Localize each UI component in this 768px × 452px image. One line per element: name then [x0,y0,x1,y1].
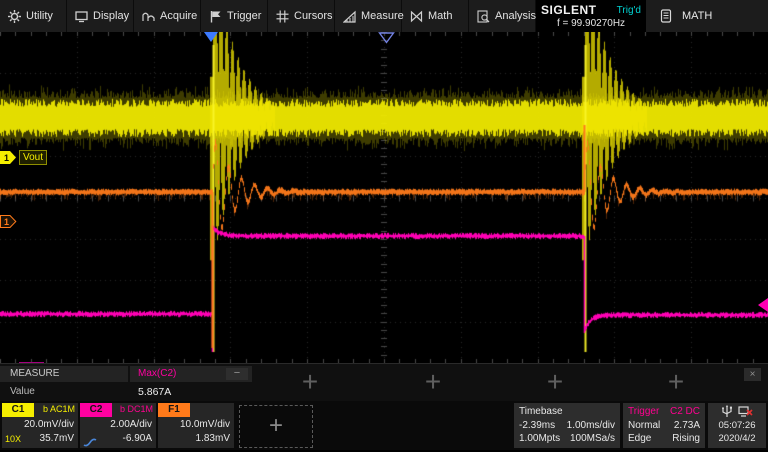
channel1-position-marker[interactable]: 1 Vout [0,150,47,165]
math1-tab: F1 [158,403,190,417]
plus-icon: + [425,366,441,397]
minus-icon: − [234,367,240,379]
menu-utility-label: Utility [26,10,53,22]
channel1-tab: C1 [2,403,34,417]
trigger-slope: Rising [672,432,700,446]
lan-disconnected-icon [738,405,753,418]
acquire-icon [142,10,155,23]
menu-math[interactable]: Math [402,0,469,32]
close-icon: × [750,369,756,380]
trigger-box[interactable]: Trigger C2 DC Normal 2.73A Edge Rising [623,403,705,448]
timebase-delay: -2.39ms [519,419,555,433]
trigger-title: Trigger [628,405,659,419]
clock-time: 05:07:26 [719,419,756,433]
channel2-descriptor-box[interactable]: C2 b DC1M 2.00A/div -6.90A [80,403,156,448]
math1-offset: 1.83mV [196,433,230,444]
active-menu-icon[interactable] [660,9,672,23]
oscilloscope-screen: { "topbar": { "menus": [ {"label": "Util… [0,0,768,450]
channel1-descriptor-box[interactable]: C1 b AC1M 20.0mV/div 10X 35.7mV [2,403,78,448]
close-measure-panel-button[interactable]: × [744,368,761,381]
measure-value-label: Value [10,386,35,397]
menu-analysis-label: Analysis [495,10,536,22]
channel1-arrow-icon: 1 [0,151,17,164]
menu-math-label: Math [428,10,452,22]
trigger-status-badge: Trig'd [617,5,641,16]
add-channel-button[interactable]: + [239,405,313,448]
measure-panel-title: MEASURE [0,366,128,382]
plus-icon: + [269,412,283,439]
math-icon [410,10,423,23]
timebase-sample-rate: 100MSa/s [570,432,615,446]
plus-icon: + [302,366,318,397]
trigger-level: 2.73A [674,419,700,433]
usb-icon [722,405,732,418]
flag-icon [209,10,222,23]
clock-date: 2020/4/2 [719,432,756,446]
channel2-coupling: b DC1M [120,404,153,414]
trigger-position-marker[interactable] [204,32,218,42]
math1-arrow-icon: 1 [0,215,17,228]
menu-cursors[interactable]: Cursors [268,0,335,32]
add-measurement-button[interactable]: + [296,369,324,397]
channel1-alias-label: Vout [19,150,47,165]
trigger-type: Edge [628,432,651,446]
channel1-probe-attenuation: 10X [5,434,21,444]
math1-descriptor-box[interactable]: F1 10.0mV/div 1.83mV [158,403,234,448]
menu-analysis[interactable]: Analysis [469,0,536,32]
trigger-mode: Normal [628,419,660,433]
channel2-tab: C2 [80,403,112,417]
menu-display[interactable]: Display [67,0,134,32]
measure-icon [343,10,356,23]
bottom-status-bar: C1 b AC1M 20.0mV/div 10X 35.7mV C2 b DC1… [0,401,768,450]
trigger-level-marker[interactable] [758,298,768,312]
svg-text:1: 1 [4,153,9,163]
menu-measure[interactable]: Measure [335,0,402,32]
trigger-source: C2 DC [670,405,700,419]
measure-slot-value: 5.867A [138,386,171,398]
math1-position-marker[interactable]: 1 [0,215,17,228]
menu-acquire[interactable]: Acquire [134,0,201,32]
timebase-scale: 1.00ms/div [567,419,615,433]
channel1-coupling: b AC1M [43,404,75,414]
channel2-offset: -6.90A [123,433,152,444]
measure-panel: MEASURE Max(C2) − Value 5.867A + + + + × [0,363,768,402]
svg-text:1: 1 [4,217,9,227]
waveform-canvas[interactable] [0,32,768,363]
skew-icon [83,434,97,452]
top-menu-bar: Utility Display Acquire Trigger Cursors … [0,0,768,32]
plus-icon: + [547,366,563,397]
channel1-offset: 35.7mV [40,433,74,444]
timebase-title: Timebase [519,405,563,419]
system-status-box[interactable]: 05:07:26 2020/4/2 [708,403,766,448]
plus-icon: + [668,366,684,397]
menu-cursors-label: Cursors [294,10,333,22]
menu-display-label: Display [93,10,129,22]
gear-icon [8,10,21,23]
cursors-icon [276,10,289,23]
math1-scale: 10.0mV/div [180,419,230,430]
timebase-memory: 1.00Mpts [519,432,560,446]
menu-measure-label: Measure [361,10,404,22]
display-icon [75,10,88,23]
add-measurement-button[interactable]: + [541,369,569,397]
add-measurement-button[interactable]: + [419,369,447,397]
channel2-scale: 2.00A/div [110,419,152,430]
active-menu-label[interactable]: MATH [682,10,712,22]
brand-status-block: SIGLENT Trig'd f = 99.90270Hz [536,0,646,32]
horizontal-reference-marker[interactable] [378,32,395,44]
waveform-display: 1 Vout 1 2 Iout [0,32,768,363]
add-measurement-button[interactable]: + [662,369,690,397]
timebase-box[interactable]: Timebase -2.39ms 1.00ms/div 1.00Mpts 100MS… [514,403,620,448]
menu-acquire-label: Acquire [160,10,197,22]
menu-trigger[interactable]: Trigger [201,0,268,32]
menu-trigger-label: Trigger [227,10,261,22]
frequency-counter: f = 99.90270Hz [539,18,643,29]
remove-measurement-button[interactable]: − [226,368,248,380]
siglent-logo: SIGLENT [541,3,597,17]
menu-utility[interactable]: Utility [0,0,67,32]
channel1-scale: 20.0mV/div [24,419,74,430]
analysis-icon [477,10,490,23]
